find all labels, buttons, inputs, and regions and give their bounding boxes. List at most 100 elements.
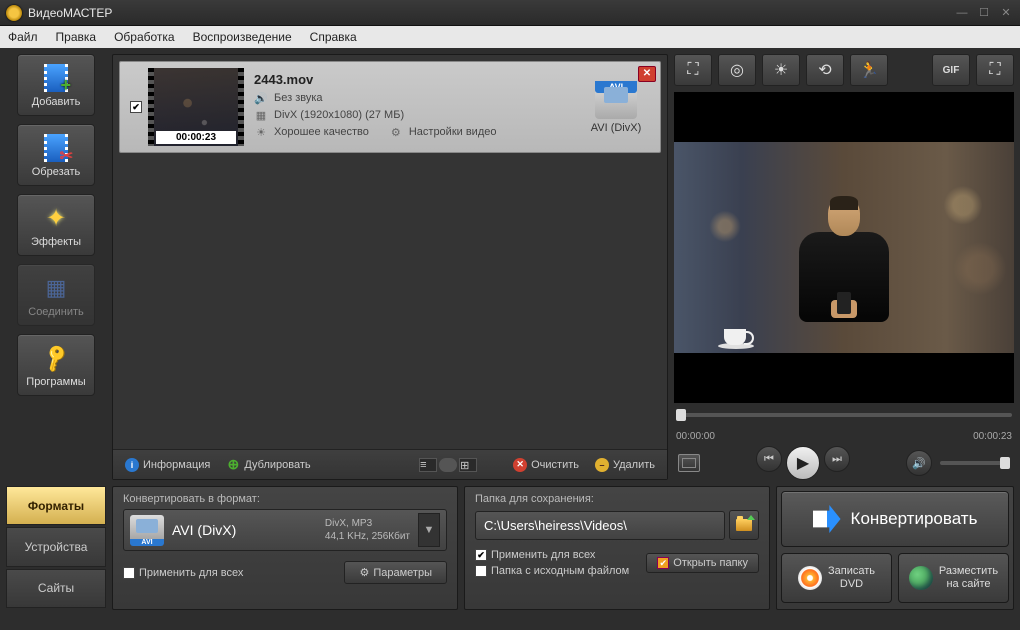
tab-devices[interactable]: Устройства — [6, 527, 106, 566]
filename: 2443.mov — [254, 72, 566, 87]
key-icon: 🔑 — [39, 341, 73, 375]
menu-edit[interactable]: Правка — [56, 30, 97, 44]
close-icon[interactable]: ✕ — [998, 7, 1014, 19]
video-preview[interactable] — [674, 92, 1014, 403]
effects-button[interactable]: ✦ Эффекты — [17, 194, 95, 256]
next-button[interactable]: ⏭ — [824, 446, 850, 472]
format-icon: AVI — [130, 515, 164, 545]
maximize-icon[interactable]: ☐ — [976, 7, 992, 19]
thumb-duration: 00:00:23 — [156, 131, 236, 144]
cut-label: Обрезать — [32, 166, 81, 178]
minimize-icon[interactable]: — — [954, 7, 970, 19]
volume-button[interactable]: 🔊 — [906, 450, 932, 476]
programs-label: Программы — [26, 376, 85, 388]
open-folder-button[interactable]: ✔Открыть папку — [646, 553, 759, 573]
camcorder-icon: AVI — [595, 81, 637, 119]
effects-label: Эффекты — [31, 236, 81, 248]
parameters-button[interactable]: ⚙Параметры — [344, 561, 447, 584]
quality-text: Хорошее качество — [274, 126, 369, 138]
apply-all-path-checkbox[interactable]: ✔Применить для всех — [475, 549, 629, 561]
info-icon: i — [125, 458, 139, 472]
output-path[interactable]: C:\Users\heiress\Videos\ — [475, 511, 725, 540]
brightness-tool-button[interactable]: ☀ — [762, 54, 800, 86]
gear-icon: ⚙ — [359, 566, 369, 579]
prev-button[interactable]: ⏮ — [756, 446, 782, 472]
publish-web-button[interactable]: Разместитьна сайте — [898, 553, 1009, 603]
menu-file[interactable]: Файл — [8, 30, 38, 44]
duplicate-icon: ⊕ — [226, 458, 240, 472]
cut-button[interactable]: ✂ Обрезать — [17, 124, 95, 186]
convert-button[interactable]: Конвертировать — [781, 491, 1009, 547]
window-title: ВидеоМАСТЕР — [28, 6, 948, 20]
codec-icon: ▦ — [254, 108, 268, 122]
join-icon: ▦ — [46, 275, 67, 301]
programs-button[interactable]: 🔑 Программы — [17, 334, 95, 396]
apply-all-format-checkbox[interactable]: Применить для всех — [123, 567, 243, 579]
seek-bar[interactable] — [674, 407, 1014, 427]
time-current: 00:00:00 — [676, 431, 715, 442]
enhance-tool-button[interactable]: ◎ — [718, 54, 756, 86]
film-cut-icon: ✂ — [44, 134, 68, 162]
quality-icon: ☀ — [254, 125, 268, 139]
snapshot-button[interactable] — [678, 454, 700, 472]
convert-arrow-icon — [813, 505, 841, 533]
film-add-icon: + — [44, 64, 68, 92]
action-panel: Конвертировать ЗаписатьDVD Разместитьна … — [776, 486, 1014, 610]
gear-icon[interactable]: ⚙ — [389, 125, 403, 139]
join-label: Соединить — [28, 306, 84, 318]
fullscreen-tool-button[interactable]: ⛶ — [976, 54, 1014, 86]
format-selector[interactable]: AVI AVI (DivX) DivX, MP344,1 KHz, 256Кби… — [123, 509, 447, 551]
audio-text: Без звука — [274, 92, 323, 104]
folder-open-icon — [736, 519, 752, 531]
info-button[interactable]: iИнформация — [125, 458, 210, 472]
save-panel-title: Папка для сохранения: — [475, 493, 759, 505]
gif-tool-button[interactable]: GIF — [932, 54, 970, 86]
clear-icon: ✕ — [513, 458, 527, 472]
view-grid-icon[interactable]: ⊞ — [459, 458, 477, 472]
burn-dvd-button[interactable]: ЗаписатьDVD — [781, 553, 892, 603]
menu-playback[interactable]: Воспроизведение — [193, 30, 292, 44]
join-button[interactable]: ▦ Соединить — [17, 264, 95, 326]
app-logo-icon — [6, 5, 22, 21]
rotate-tool-button[interactable]: ⟲ — [806, 54, 844, 86]
browse-button[interactable] — [729, 510, 759, 540]
view-toggle[interactable]: ≡ ⊞ — [419, 458, 477, 472]
view-list-icon[interactable]: ≡ — [419, 458, 437, 472]
view-toggle-switch[interactable] — [439, 458, 457, 472]
remove-item-button[interactable]: ✕ — [638, 66, 656, 82]
dropdown-arrow-icon[interactable]: ▼ — [418, 513, 440, 547]
source-folder-checkbox[interactable]: Папка с исходным файлом — [475, 565, 629, 577]
speed-tool-button[interactable]: 🏃 — [850, 54, 888, 86]
file-list: ✔ 00:00:23 2443.mov 🔊Без звука ▦DivX (19… — [112, 54, 668, 480]
tab-sites[interactable]: Сайты — [6, 569, 106, 608]
titlebar: ВидеоМАСТЕР — ☐ ✕ — [0, 0, 1020, 26]
dvd-icon — [798, 566, 822, 590]
menu-help[interactable]: Справка — [310, 30, 357, 44]
play-button[interactable]: ▶ — [786, 446, 820, 480]
audio-icon: 🔊 — [254, 91, 268, 105]
delete-button[interactable]: –Удалить — [595, 458, 655, 472]
volume-slider[interactable] — [940, 461, 1010, 465]
category-tabs: Форматы Устройства Сайты — [6, 486, 106, 610]
settings-link[interactable]: Настройки видео — [409, 126, 497, 138]
sidebar: + Добавить ✂ Обрезать ✦ Эффекты ▦ Соедин… — [6, 54, 106, 480]
globe-icon — [909, 566, 933, 590]
menubar: Файл Правка Обработка Воспроизведение Сп… — [0, 26, 1020, 48]
item-checkbox[interactable]: ✔ — [130, 101, 142, 113]
delete-icon: – — [595, 458, 609, 472]
duplicate-button[interactable]: ⊕Дублировать — [226, 458, 310, 472]
add-button[interactable]: + Добавить — [17, 54, 95, 116]
add-label: Добавить — [32, 96, 81, 108]
thumbnail[interactable]: 00:00:23 — [148, 68, 244, 146]
tab-formats[interactable]: Форматы — [6, 486, 106, 525]
format-label: AVI (DivX) — [576, 122, 656, 134]
list-toolbar: iИнформация ⊕Дублировать ≡ ⊞ ✕Очистить –… — [113, 449, 667, 479]
menu-process[interactable]: Обработка — [114, 30, 175, 44]
effects-icon: ✦ — [46, 204, 66, 233]
format-panel-title: Конвертировать в формат: — [123, 493, 447, 505]
save-panel: Папка для сохранения: C:\Users\heiress\V… — [464, 486, 770, 610]
clear-button[interactable]: ✕Очистить — [513, 458, 579, 472]
format-indicator[interactable]: AVI AVI (DivX) — [576, 81, 656, 134]
crop-tool-button[interactable]: ⛶ — [674, 54, 712, 86]
list-item[interactable]: ✔ 00:00:23 2443.mov 🔊Без звука ▦DivX (19… — [119, 61, 661, 153]
